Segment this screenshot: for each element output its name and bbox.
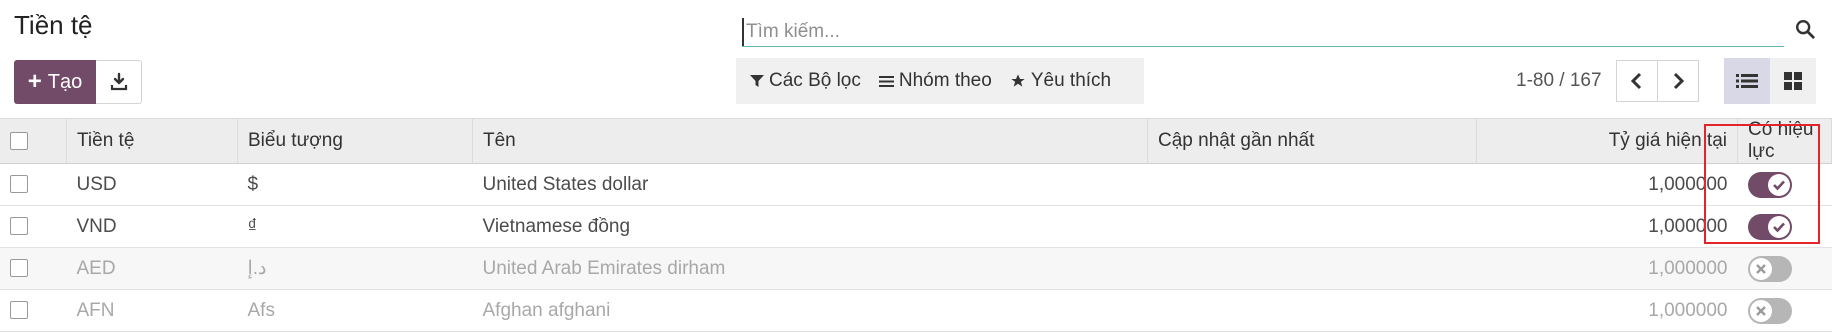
create-button-label: Tạo [47, 70, 83, 93]
star-icon [1011, 74, 1025, 87]
row-checkbox[interactable] [10, 301, 28, 320]
download-icon [110, 72, 127, 91]
name-cell: Afghan afghani [472, 289, 1148, 332]
row-checkbox[interactable] [10, 259, 28, 278]
search-bar [742, 14, 1815, 47]
table-row[interactable]: AED د.إ United Arab Emirates dirham 1,00… [0, 247, 1832, 290]
column-header-symbol[interactable]: Biểu tượng [237, 118, 473, 164]
active-column-highlight [1704, 124, 1820, 244]
table-row[interactable]: AFN Afs Afghan afghani 1,000000 [0, 289, 1832, 332]
last-update-cell [1147, 289, 1477, 332]
rate-cell: 1,000000 [1476, 205, 1738, 248]
kanban-view-icon [1784, 72, 1802, 90]
pager-value[interactable]: 1-80 / 167 [1516, 70, 1602, 92]
column-header-current-rate[interactable]: Tỷ giá hiện tại [1476, 118, 1738, 164]
last-update-cell [1147, 247, 1477, 290]
chevron-right-icon [1673, 72, 1685, 90]
search-icon[interactable] [1794, 18, 1816, 40]
create-button[interactable]: + Tạo [14, 60, 96, 104]
chevron-left-icon [1630, 72, 1642, 90]
group-by-label: Nhóm theo [898, 70, 992, 91]
filters-dropdown[interactable]: Các Bộ lọc [750, 70, 861, 92]
symbol-cell: د.إ [237, 247, 473, 290]
select-all-checkbox[interactable] [10, 131, 28, 150]
row-checkbox[interactable] [10, 175, 28, 194]
name-cell: United States dollar [472, 163, 1148, 206]
currency-code-cell: VND [66, 205, 238, 248]
x-icon [1755, 305, 1766, 316]
column-header-currency[interactable]: Tiền tệ [66, 118, 238, 164]
name-cell: Vietnamese đồng [472, 205, 1148, 248]
plus-icon: + [27, 68, 42, 95]
column-header-name[interactable]: Tên [472, 118, 1148, 164]
rate-cell: 1,000000 [1476, 289, 1738, 332]
table-row[interactable]: USD $ United States dollar 1,000000 [0, 163, 1832, 206]
currency-code-cell: USD [66, 163, 238, 206]
rate-cell: 1,000000 [1476, 163, 1738, 206]
table-header-row: Tiền tệ Biểu tượng Tên Cập nhật gần nhất… [0, 118, 1832, 164]
symbol-cell: Afs [237, 289, 473, 332]
search-panel-toolbar: Các Bộ lọc Nhóm theo Yêu thích [736, 58, 1144, 104]
currency-table: Tiền tệ Biểu tượng Tên Cập nhật gần nhất… [0, 118, 1832, 332]
pager-next-button[interactable] [1657, 60, 1699, 102]
list-view-icon [1736, 74, 1758, 88]
name-cell: United Arab Emirates dirham [472, 247, 1148, 290]
active-toggle[interactable] [1747, 297, 1792, 324]
last-update-cell [1147, 205, 1477, 248]
search-input[interactable] [742, 18, 1738, 46]
favorites-dropdown[interactable]: Yêu thích [1010, 70, 1111, 92]
column-header-last-update[interactable]: Cập nhật gần nhất [1147, 118, 1477, 164]
symbol-cell: ₫ [237, 205, 473, 248]
row-checkbox[interactable] [10, 217, 28, 236]
rate-cell: 1,000000 [1476, 247, 1738, 290]
last-update-cell [1147, 163, 1477, 206]
filters-label: Các Bộ lọc [769, 70, 861, 91]
group-by-dropdown[interactable]: Nhóm theo [878, 70, 992, 92]
symbol-cell: $ [237, 163, 473, 206]
currency-code-cell: AED [66, 247, 238, 290]
filter-icon [750, 75, 764, 87]
download-button[interactable] [96, 60, 142, 104]
pager-previous-button[interactable] [1616, 60, 1658, 102]
kanban-view-button[interactable] [1770, 58, 1816, 104]
select-all-header [0, 118, 67, 164]
list-lines-icon [878, 75, 894, 87]
favorites-label: Yêu thích [1030, 70, 1112, 91]
page-title: Tiền tệ [14, 10, 93, 40]
list-view-button[interactable] [1724, 58, 1770, 104]
x-icon [1755, 263, 1766, 274]
table-row[interactable]: VND ₫ Vietnamese đồng 1,000000 [0, 205, 1832, 248]
active-toggle[interactable] [1747, 255, 1792, 282]
currency-code-cell: AFN [66, 289, 238, 332]
